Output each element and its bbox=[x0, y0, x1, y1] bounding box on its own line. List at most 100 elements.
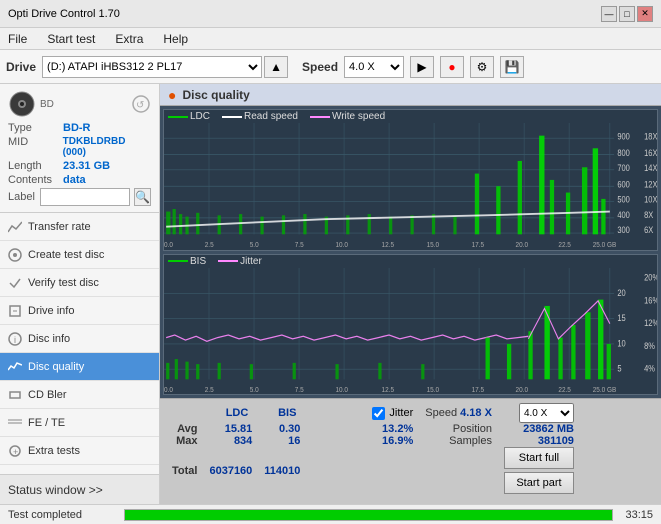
svg-text:i: i bbox=[14, 335, 16, 345]
mid-value: TDKBLDRBD (000) bbox=[63, 136, 151, 158]
svg-text:8%: 8% bbox=[644, 341, 655, 351]
maximize-button[interactable]: □ bbox=[619, 6, 635, 22]
bis-jitter-chart: BIS Jitter bbox=[163, 254, 658, 396]
close-button[interactable]: ✕ bbox=[637, 6, 653, 22]
svg-text:0.0: 0.0 bbox=[164, 242, 173, 250]
minimize-button[interactable]: — bbox=[601, 6, 617, 22]
nav-fe-te[interactable]: FE / TE bbox=[0, 409, 159, 437]
speed-select-stats[interactable]: 4.0 X bbox=[519, 403, 574, 423]
chart1-svg: 900 800 700 600 500 400 300 18X 16X 14X … bbox=[164, 123, 657, 250]
extra-tests-icon: + bbox=[8, 444, 22, 458]
sidebar: BD ↺ Type BD-R MID TDKBLDRBD (000) Lengt… bbox=[0, 84, 160, 504]
chart1-legend: LDC Read speed Write speed bbox=[164, 110, 657, 123]
speed-label: Speed bbox=[302, 60, 338, 74]
drive-toolbar: Drive (D:) ATAPI iHBS312 2 PL17 ▲ Speed … bbox=[0, 50, 661, 84]
nav-drive-info[interactable]: Drive info bbox=[0, 297, 159, 325]
svg-text:5.0: 5.0 bbox=[250, 386, 259, 394]
avg-ldc: 15.81 bbox=[203, 423, 258, 435]
jitter-checkbox-label[interactable]: Jitter bbox=[372, 407, 413, 420]
drive-info-icon bbox=[8, 304, 22, 318]
svg-text:10.0: 10.0 bbox=[335, 242, 348, 250]
svg-text:6X: 6X bbox=[644, 226, 654, 236]
status-text: Test completed bbox=[0, 509, 120, 521]
label-label: Label bbox=[8, 191, 36, 203]
time-display: 33:15 bbox=[617, 509, 661, 521]
progress-bar-fill bbox=[125, 510, 612, 520]
max-jitter: 16.9% bbox=[366, 435, 419, 447]
titlebar: Opti Drive Control 1.70 — □ ✕ bbox=[0, 0, 661, 28]
svg-text:20.0: 20.0 bbox=[516, 386, 529, 394]
nav-cd-bler-label: CD Bler bbox=[28, 389, 67, 401]
nav-transfer-rate[interactable]: Transfer rate bbox=[0, 213, 159, 241]
progress-bar-container bbox=[124, 509, 613, 521]
avg-bis: 0.30 bbox=[258, 423, 306, 435]
jitter-legend: Jitter bbox=[218, 256, 262, 267]
ldc-legend: LDC bbox=[168, 111, 210, 122]
speed-select[interactable]: 4.0 X bbox=[344, 56, 404, 78]
nav-cd-bler[interactable]: CD Bler bbox=[0, 381, 159, 409]
nav-create-test-disc[interactable]: Create test disc bbox=[0, 241, 159, 269]
length-value: 23.31 GB bbox=[63, 160, 110, 172]
nav-transfer-rate-label: Transfer rate bbox=[28, 221, 91, 233]
status-window-button[interactable]: Status window >> bbox=[0, 474, 159, 504]
svg-text:10: 10 bbox=[617, 338, 626, 348]
ldc-chart: LDC Read speed Write speed bbox=[163, 109, 658, 251]
start-button[interactable]: ▶ bbox=[410, 56, 434, 78]
svg-text:300: 300 bbox=[617, 226, 630, 236]
start-buttons: Start full Start part bbox=[504, 447, 574, 494]
avg-speed-val: 4.18 X bbox=[460, 407, 492, 419]
svg-text:+: + bbox=[13, 447, 18, 457]
svg-text:5: 5 bbox=[617, 364, 622, 374]
position-value: 23862 MB bbox=[498, 423, 580, 435]
speed-label-stats: Speed bbox=[425, 407, 457, 419]
record-button[interactable]: ● bbox=[440, 56, 464, 78]
svg-text:8X: 8X bbox=[644, 210, 654, 220]
save-button[interactable]: 💾 bbox=[500, 56, 524, 78]
bis-legend: BIS bbox=[168, 256, 206, 267]
eject-button[interactable]: ▲ bbox=[264, 56, 288, 78]
create-disc-icon bbox=[8, 248, 22, 262]
drive-label: Drive bbox=[6, 60, 36, 74]
drive-select[interactable]: (D:) ATAPI iHBS312 2 PL17 bbox=[42, 56, 262, 78]
disc-refresh-icon[interactable]: ↺ bbox=[131, 94, 151, 114]
main-layout: BD ↺ Type BD-R MID TDKBLDRBD (000) Lengt… bbox=[0, 84, 661, 504]
svg-text:400: 400 bbox=[617, 210, 630, 220]
label-button[interactable]: 🔍 bbox=[134, 188, 151, 206]
nav-disc-quality[interactable]: Disc quality bbox=[0, 353, 159, 381]
svg-text:10.0: 10.0 bbox=[335, 386, 348, 394]
svg-text:600: 600 bbox=[617, 180, 630, 190]
max-label: Max bbox=[166, 435, 203, 447]
jitter-checkbox[interactable] bbox=[372, 407, 385, 420]
fe-te-icon bbox=[8, 416, 22, 430]
svg-text:4%: 4% bbox=[644, 364, 655, 374]
avg-jitter: 13.2% bbox=[366, 423, 419, 435]
svg-text:16X: 16X bbox=[644, 148, 657, 158]
svg-text:15.0: 15.0 bbox=[427, 386, 440, 394]
nav-disc-quality-label: Disc quality bbox=[28, 361, 84, 373]
nav-drive-info-label: Drive info bbox=[28, 305, 74, 317]
menu-extra[interactable]: Extra bbox=[111, 30, 147, 48]
nav-verify-test-disc[interactable]: Verify test disc bbox=[0, 269, 159, 297]
write-speed-legend: Write speed bbox=[310, 111, 385, 122]
app-title: Opti Drive Control 1.70 bbox=[8, 8, 120, 20]
samples-value: 381109 bbox=[498, 435, 580, 447]
svg-text:2.5: 2.5 bbox=[205, 242, 214, 250]
label-input[interactable] bbox=[40, 188, 130, 206]
nav-extra-tests[interactable]: + Extra tests bbox=[0, 437, 159, 465]
menu-file[interactable]: File bbox=[4, 30, 31, 48]
svg-text:↺: ↺ bbox=[136, 100, 144, 111]
start-full-button[interactable]: Start full bbox=[504, 447, 574, 469]
settings-button[interactable]: ⚙ bbox=[470, 56, 494, 78]
svg-text:20: 20 bbox=[617, 288, 626, 298]
nav-disc-info-label: Disc info bbox=[28, 333, 70, 345]
contents-label: Contents bbox=[8, 174, 63, 186]
menu-start-test[interactable]: Start test bbox=[43, 30, 99, 48]
content-area: ● Disc quality LDC Read speed bbox=[160, 84, 661, 504]
nav-fe-te-label: FE / TE bbox=[28, 417, 65, 429]
svg-text:15.0: 15.0 bbox=[427, 242, 440, 250]
start-part-button[interactable]: Start part bbox=[504, 472, 574, 494]
nav-disc-info[interactable]: i Disc info bbox=[0, 325, 159, 353]
verify-disc-icon bbox=[8, 276, 22, 290]
menu-help[interactable]: Help bbox=[159, 30, 192, 48]
disc-quality-title: Disc quality bbox=[182, 88, 249, 102]
